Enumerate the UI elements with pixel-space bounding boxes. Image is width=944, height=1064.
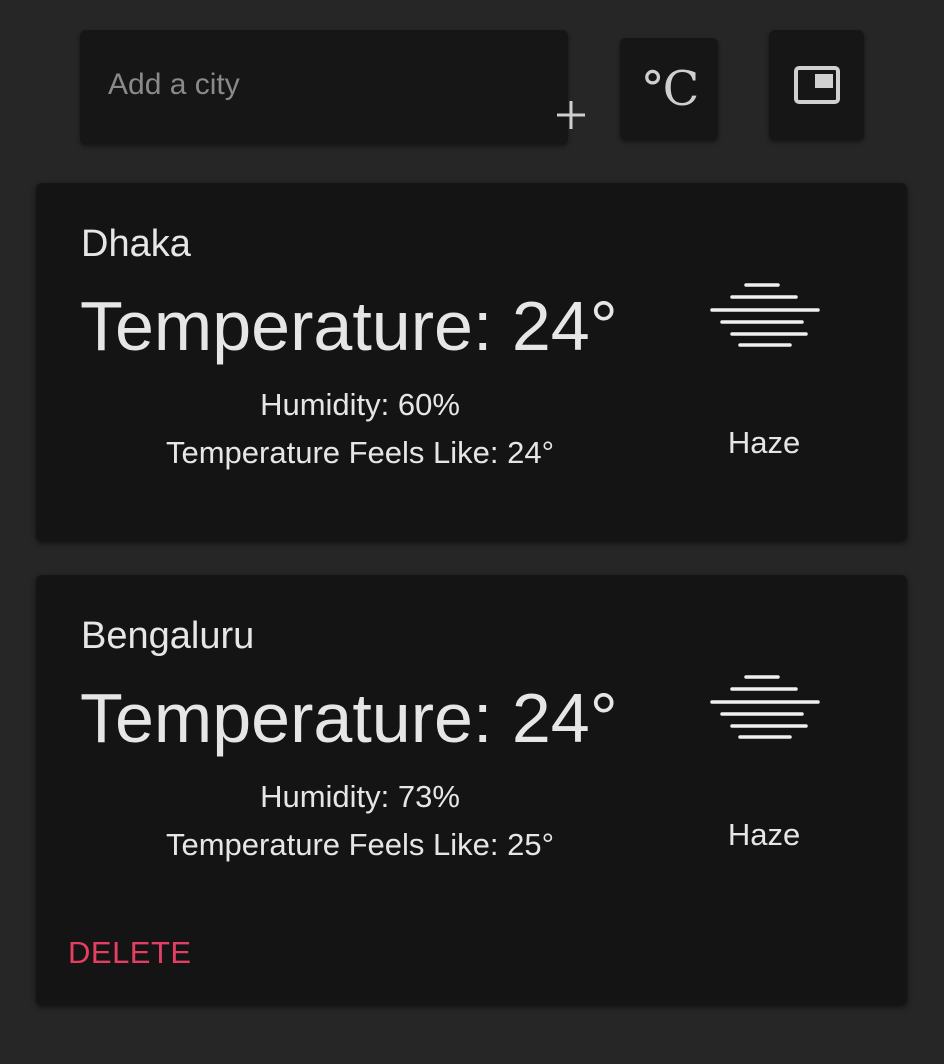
delete-button[interactable]: DELETE [68,935,192,971]
humidity: Humidity: 73% [260,779,460,814]
top-bar: °C [0,0,944,170]
unit-toggle-button[interactable]: °C [620,38,718,140]
city-card: Dhaka Temperature: 24° Humidity: 60% Tem… [36,183,907,541]
weather-condition: Haze [727,425,801,460]
feels-like-temperature: Temperature Feels Like: 25° [165,827,555,862]
haze-icon [710,675,820,739]
haze-icon [710,283,820,347]
temperature: Temperature: 24° [80,287,618,365]
weather-condition: Haze [727,817,801,852]
celsius-label: °C [640,61,700,117]
view-toggle-button[interactable] [769,30,864,140]
city-name: Bengaluru [81,615,255,657]
humidity: Humidity: 60% [260,387,460,422]
add-city-input[interactable] [108,58,448,112]
city-card: Bengaluru Temperature: 24° Humidity: 73%… [36,575,907,1005]
city-name: Dhaka [81,223,191,265]
add-city-box [80,30,585,144]
plus-icon [557,101,585,129]
temperature: Temperature: 24° [80,679,618,757]
add-city-button[interactable] [550,94,592,136]
feels-like-temperature: Temperature Feels Like: 24° [165,435,555,470]
picture-in-picture-icon [793,66,840,104]
